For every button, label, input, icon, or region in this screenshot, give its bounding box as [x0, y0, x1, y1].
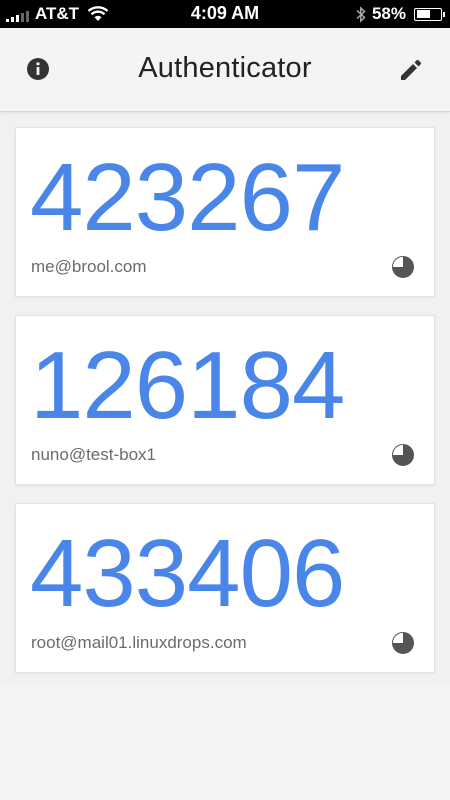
- app-title: Authenticator: [138, 52, 312, 84]
- account-email: nuno@test-box1: [31, 445, 157, 464]
- battery-percent: 58%: [371, 4, 406, 23]
- otp-code: 423267: [30, 144, 345, 251]
- account-list: 423267 me@brool.com 126184 nuno@test-box…: [0, 112, 450, 686]
- otp-code: 433406: [30, 520, 345, 627]
- battery-icon: [414, 7, 445, 21]
- countdown-timer-icon: [392, 444, 414, 466]
- empty-area: [0, 686, 450, 800]
- bluetooth-icon: [356, 5, 366, 23]
- countdown-timer-icon: [392, 632, 414, 654]
- account-card[interactable]: 423267 me@brool.com: [15, 127, 435, 297]
- account-card[interactable]: 126184 nuno@test-box1: [15, 315, 435, 485]
- pencil-icon: [401, 59, 422, 80]
- status-right: 58%: [356, 4, 445, 24]
- countdown-timer-icon: [392, 256, 414, 278]
- account-card[interactable]: 433406 root@mail01.linuxdrops.com: [15, 503, 435, 673]
- status-bar: AT&T 4:09 AM 58%: [0, 0, 450, 28]
- otp-code: 126184: [30, 332, 345, 439]
- battery-level: [416, 10, 430, 18]
- account-email: root@mail01.linuxdrops.com: [31, 633, 247, 652]
- account-email: me@brool.com: [31, 257, 147, 276]
- app-bar: Authenticator: [0, 28, 450, 112]
- edit-button[interactable]: [398, 57, 424, 83]
